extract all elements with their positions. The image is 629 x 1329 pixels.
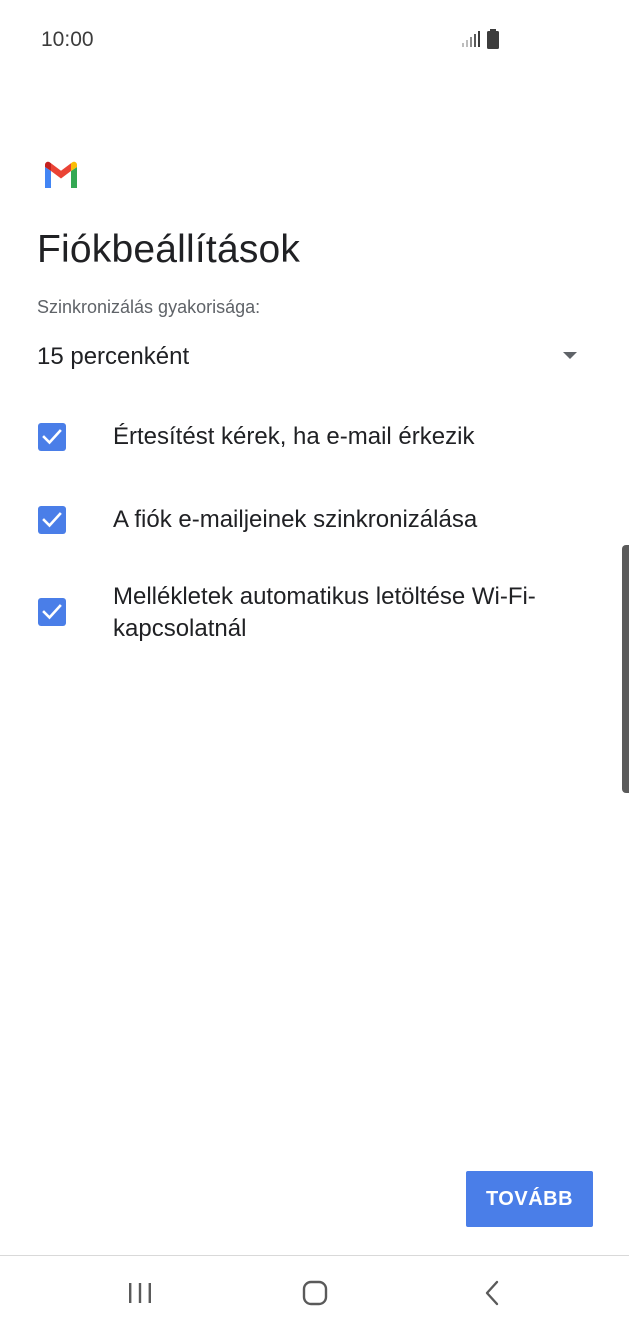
recent-apps-button[interactable] <box>100 1256 180 1329</box>
home-icon <box>302 1280 328 1305</box>
option-label: Értesítést kérek, ha e-mail érkezik <box>113 423 475 450</box>
status-time: 10:00 <box>41 28 94 51</box>
scroll-handle[interactable] <box>622 545 629 793</box>
checkmark-icon <box>42 429 62 445</box>
home-button[interactable] <box>275 1256 355 1329</box>
back-button[interactable] <box>452 1256 532 1329</box>
checkbox-sync-email[interactable] <box>38 506 66 534</box>
checkbox-notify-new-email[interactable] <box>38 423 66 451</box>
checkmark-icon <box>42 512 62 528</box>
recent-apps-icon <box>129 1282 151 1303</box>
checkmark-icon <box>42 604 62 620</box>
back-icon <box>485 1280 499 1305</box>
next-button[interactable]: TOVÁBB <box>466 1171 593 1227</box>
page-title: Fiókbeállítások <box>37 228 301 271</box>
sync-frequency-dropdown[interactable]: 15 percenként <box>37 335 582 381</box>
option-label: Mellékletek automatikus letöltése Wi-Fi-… <box>113 583 536 642</box>
option-auto-download-attachments[interactable]: Mellékletek automatikus letöltése Wi-Fi-… <box>37 580 597 650</box>
gmail-logo-icon <box>45 161 77 188</box>
navigation-bar <box>0 1255 629 1329</box>
battery-icon <box>487 29 499 49</box>
status-bar: 10:00 <box>0 0 629 80</box>
option-label: A fiók e-mailjeinek szinkronizálása <box>113 506 478 533</box>
dropdown-arrow-icon <box>563 352 577 359</box>
checkbox-auto-download-attachments[interactable] <box>38 598 66 626</box>
option-notify-new-email[interactable]: Értesítést kérek, ha e-mail érkezik <box>37 420 597 460</box>
option-sync-email[interactable]: A fiók e-mailjeinek szinkronizálása <box>37 503 597 543</box>
sync-frequency-value: 15 percenként <box>37 343 190 370</box>
sync-frequency-label: Szinkronizálás gyakorisága: <box>37 297 261 317</box>
signal-icon <box>462 31 480 47</box>
